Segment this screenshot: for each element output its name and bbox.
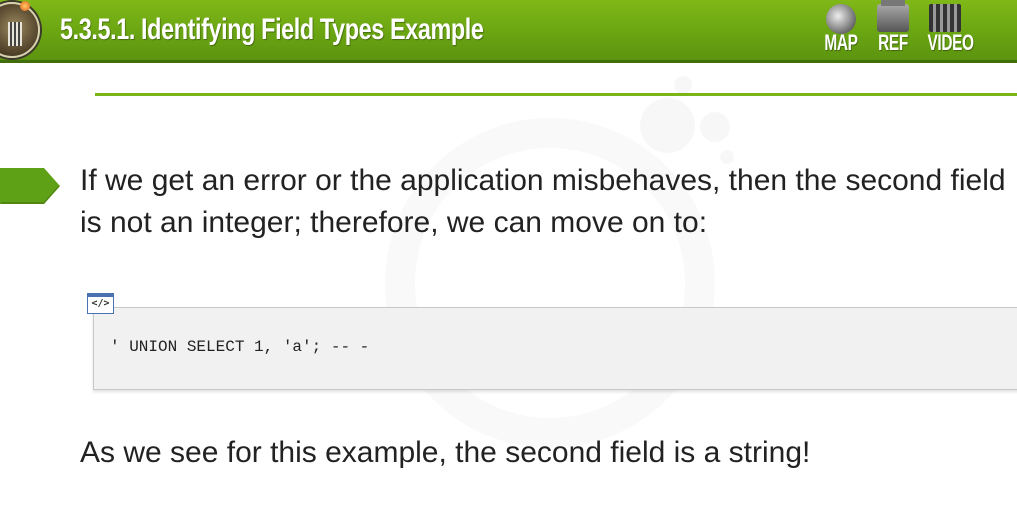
logo-bars-icon <box>8 22 22 46</box>
watermark-dot <box>700 112 730 142</box>
header-bar: 5.3.5.1. Identifying Field Types Example… <box>0 0 1017 63</box>
map-button[interactable]: MAP <box>816 2 866 58</box>
conclusion-paragraph: As we see for this example, the second f… <box>80 436 811 469</box>
filing-cabinet-icon <box>877 0 909 32</box>
video-button-label: VIDEO <box>927 30 975 55</box>
ref-button[interactable]: REF <box>868 0 918 58</box>
map-button-label: MAP <box>824 30 858 55</box>
watermark-dot <box>640 98 695 153</box>
logo-dot-icon <box>20 1 30 11</box>
video-button[interactable]: VIDEO <box>920 2 975 58</box>
bullet-arrow-icon <box>0 168 60 204</box>
film-reel-icon <box>929 4 961 32</box>
body-paragraph: If we get an error or the application mi… <box>80 164 1006 239</box>
slide-title: 5.3.5.1. Identifying Field Types Example <box>60 13 484 46</box>
ref-button-label: REF <box>878 30 908 55</box>
header-divider <box>95 93 1017 96</box>
watermark-dot <box>674 76 692 94</box>
course-logo <box>0 1 40 58</box>
code-icon: </> <box>87 293 114 314</box>
code-text: ' UNION SELECT 1, 'a'; -- - <box>110 338 370 356</box>
